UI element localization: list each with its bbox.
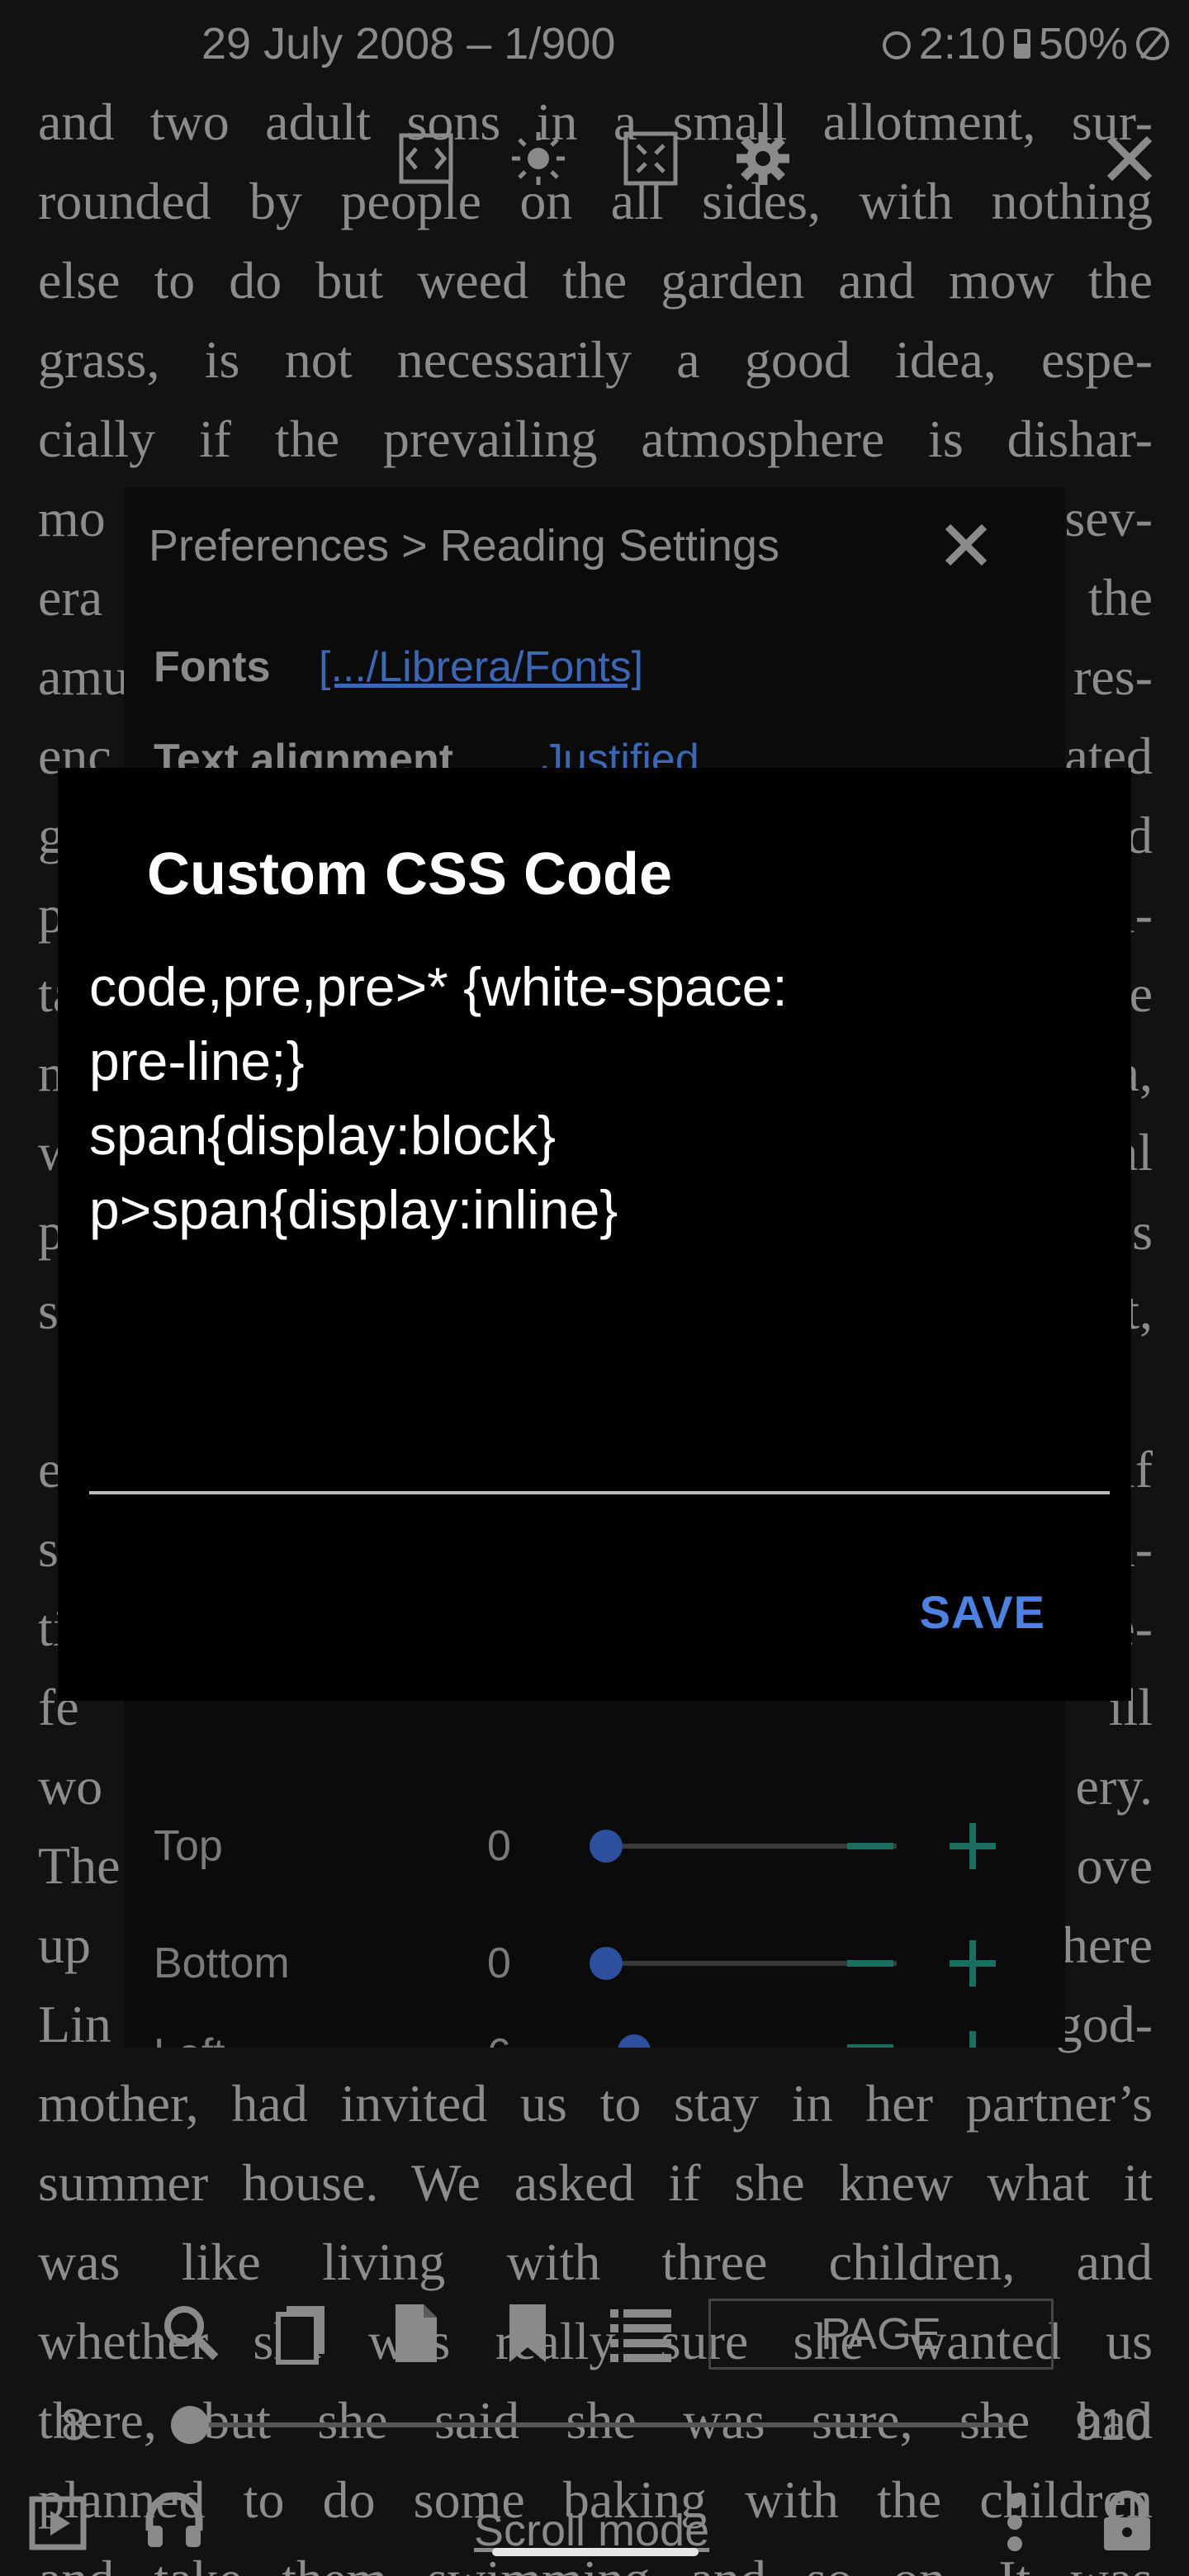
- more-menu-button[interactable]: [978, 2485, 1052, 2559]
- book-text-line: summer house. We asked if she knew what …: [38, 2153, 1153, 2212]
- fonts-path-link[interactable]: [.../Librera/Fonts]: [319, 642, 643, 692]
- page-seekbar-knob[interactable]: [171, 2406, 209, 2444]
- fullscreen-button[interactable]: [393, 125, 459, 192]
- brightness-button[interactable]: [505, 125, 571, 192]
- book-text-line: and two adult sons in a small allotment,…: [38, 92, 1153, 151]
- margin-left-value: 6: [487, 2029, 511, 2048]
- margin-left-label: Left: [154, 2029, 225, 2048]
- margin-left-slider-knob[interactable]: [618, 2034, 651, 2048]
- bookmark-icon: [509, 2304, 546, 2362]
- current-page-number: 8: [61, 2400, 87, 2450]
- margin-top-value: 0: [487, 1822, 511, 1870]
- headphones-icon: [145, 2492, 203, 2547]
- page-mode-button[interactable]: PAGE: [708, 2299, 1054, 2370]
- orientation-lock-icon: [1136, 27, 1169, 60]
- margin-top-decrease-button[interactable]: [847, 1843, 893, 1849]
- breadcrumb: Preferences > Reading Settings: [149, 521, 779, 571]
- margin-bottom-slider-knob[interactable]: [590, 1947, 623, 1980]
- search-icon: [164, 2306, 219, 2361]
- margin-top-increase-button[interactable]: [950, 1823, 996, 1869]
- more-vertical-icon: [1007, 2493, 1022, 2551]
- margin-top-slider-knob[interactable]: [590, 1830, 623, 1863]
- book-text-line: rounded by people on all sides, with not…: [38, 172, 1153, 230]
- contents-button[interactable]: [603, 2295, 677, 2370]
- pages-button[interactable]: [266, 2295, 340, 2370]
- book-text-line: was like living with three children, and: [38, 2233, 1153, 2291]
- settings-button[interactable]: [730, 125, 796, 192]
- list-icon: [610, 2309, 671, 2362]
- alignment-value[interactable]: Justified: [542, 735, 699, 768]
- bookmark-button[interactable]: [490, 2295, 565, 2370]
- book-text-line: grass, is not necessarily a good idea, e…: [38, 330, 1153, 389]
- battery-level: 50%: [1038, 19, 1128, 69]
- margin-left-increase-button[interactable]: [950, 2031, 996, 2048]
- close-icon: [1106, 135, 1153, 182]
- margin-left-decrease-button[interactable]: [847, 2044, 893, 2048]
- save-button[interactable]: SAVE: [920, 1585, 1045, 1639]
- margin-bottom-decrease-button[interactable]: [847, 1960, 893, 1967]
- margin-left-row: Left 6: [124, 2029, 1065, 2048]
- play-button[interactable]: [23, 2485, 97, 2559]
- document-button[interactable]: [378, 2295, 452, 2370]
- date-page-indicator: 29 July 2008 – 1/900: [201, 19, 616, 69]
- alarm-icon: [882, 31, 911, 59]
- page-seekbar[interactable]: [183, 2422, 1009, 2427]
- css-code-input[interactable]: code,pre,pre>* {white-space: pre-line;} …: [89, 949, 1110, 1494]
- alignment-row[interactable]: Text alignment Justified: [124, 735, 1065, 768]
- close-preferences-button[interactable]: [933, 512, 999, 578]
- audio-button[interactable]: [137, 2482, 211, 2556]
- close-icon: [945, 523, 988, 566]
- search-button[interactable]: [154, 2295, 228, 2370]
- total-pages-number: 910: [1075, 2400, 1150, 2450]
- fonts-label: Fonts: [154, 643, 271, 691]
- document-icon: [396, 2304, 437, 2362]
- margin-bottom-value: 0: [487, 1939, 511, 1987]
- margin-top-label: Top: [154, 1822, 223, 1870]
- dialog-title: Custom CSS Code: [147, 841, 673, 907]
- alignment-label: Text alignment: [154, 736, 454, 768]
- book-text-line: mother, had invited us to stay in her pa…: [38, 2074, 1153, 2133]
- gear-icon: [737, 132, 789, 185]
- media-play-icon: [29, 2496, 87, 2550]
- book-text-line: else to do but weed the garden and mow t…: [38, 251, 1153, 310]
- home-indicator[interactable]: [492, 2548, 699, 2556]
- book-text-line: cially if the prevailing atmosphere is d…: [38, 410, 1153, 468]
- crop-button[interactable]: [618, 125, 684, 192]
- close-reader-button[interactable]: [1097, 125, 1163, 192]
- clock: 2:10: [918, 19, 1006, 69]
- fullscreen-icon: [399, 133, 453, 184]
- lock-button[interactable]: [1090, 2484, 1164, 2558]
- lock-icon: [1104, 2490, 1150, 2550]
- brightness-icon: [512, 132, 565, 185]
- margin-bottom-label: Bottom: [154, 1939, 290, 1987]
- battery-icon: [1013, 29, 1030, 59]
- crop-icon: [623, 131, 678, 186]
- status-right: 2:10 50%: [882, 18, 1169, 69]
- margin-bottom-increase-button[interactable]: [950, 1940, 996, 1986]
- status-bar: 29 July 2008 – 1/900 2:10 50%: [0, 0, 1189, 91]
- custom-css-dialog: Custom CSS Code code,pre,pre>* {white-sp…: [58, 768, 1131, 1701]
- copy-pages-icon: [276, 2306, 324, 2365]
